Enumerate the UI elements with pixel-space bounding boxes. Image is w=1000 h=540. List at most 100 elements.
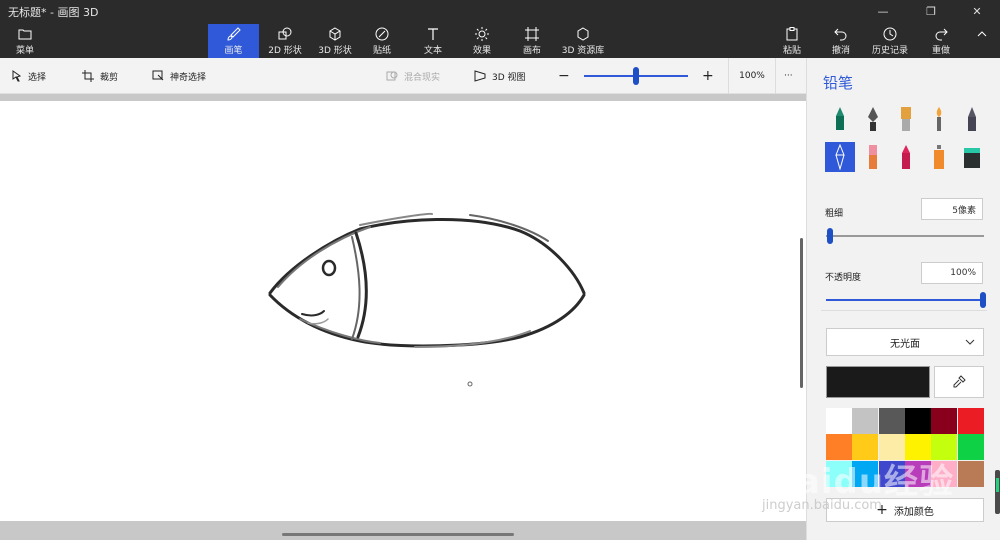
add-color-label: 添加颜色 [893,506,934,518]
panel-scroll-handle[interactable] [995,470,1000,514]
watercolor-brush[interactable] [924,104,954,134]
tab-effects[interactable]: 效果 [462,24,502,58]
menu-button[interactable]: 菜单 [6,24,44,58]
crop-icon [82,70,94,82]
zoom-value[interactable]: 100% [728,58,776,94]
pixel-pen-brush[interactable] [957,104,987,134]
watermark-url: jingyan.baidu.com [762,498,882,513]
pixel-pen-icon [968,107,976,131]
fill-brush[interactable] [957,142,987,172]
oil-brush-icon [901,107,911,131]
restore-button[interactable]: ❐ [908,0,954,22]
tab-stickers[interactable]: 贴纸 [362,24,402,58]
zoom-out-button[interactable]: − [558,58,570,94]
marker-brush[interactable] [825,104,855,134]
action-label: 历史记录 [871,46,908,56]
magic-select-icon [152,70,164,81]
mixed-reality-button[interactable]: 混合现实 [386,58,440,94]
close-button[interactable]: ✕ [954,0,1000,22]
tab-label: 3D 形状 [318,46,352,56]
thickness-field[interactable]: 5像素 [921,198,983,220]
spray-can-brush[interactable] [924,142,954,172]
tab-brushes[interactable]: 画笔 [208,24,259,58]
tab-label: 效果 [472,46,491,56]
zoom-slider-thumb[interactable] [633,67,639,85]
text-icon [426,26,440,42]
redo-icon [934,26,948,42]
oil-brush[interactable] [891,104,921,134]
paste-button[interactable]: 粘贴 [776,24,808,58]
magic-select-button[interactable]: 神奇选择 [152,58,206,94]
select-button[interactable]: 选择 [12,58,46,94]
zoom-in-button[interactable]: + [702,58,714,94]
tab-text[interactable]: 文本 [413,24,453,58]
select-label: 选择 [28,72,47,83]
more-button[interactable]: ··· [784,58,793,94]
sticker-icon [375,26,389,42]
tab-2d-shapes[interactable]: 2D 形状 [262,24,308,58]
panel-title: 铅笔 [823,74,854,92]
panel-divider [821,310,987,311]
current-color-swatch[interactable] [826,366,930,398]
library-icon [576,26,590,42]
action-label: 粘贴 [782,46,801,56]
tab-label: 画布 [522,46,541,56]
pencil-icon [835,144,845,170]
chevron-up-icon [976,26,988,42]
restore-icon: ❐ [926,4,936,18]
action-label: 撤消 [831,46,850,56]
view-3d-label: 3D 视图 [492,72,526,83]
collapse-panel-button[interactable] [968,24,996,58]
drawing-canvas[interactable] [0,101,806,521]
history-icon [883,26,897,42]
calligraphy-pen-brush[interactable] [858,104,888,134]
watermark-text: Baidu经验 [770,462,955,502]
color-swatch[interactable] [878,408,905,434]
workspace [0,94,806,540]
color-swatch[interactable] [826,408,852,434]
thickness-slider[interactable] [826,235,984,237]
undo-button[interactable]: 撤消 [824,24,858,58]
color-swatch[interactable] [957,408,984,434]
panel-scroll-indicator [996,478,999,492]
color-swatch[interactable] [852,408,879,434]
color-swatch[interactable] [931,408,958,434]
fish-drawing [268,212,586,387]
color-swatch[interactable] [904,408,931,434]
mixed-reality-icon [386,71,398,81]
view-3d-button[interactable]: 3D 视图 [474,58,526,94]
tab-label: 画笔 [224,46,243,56]
redo-button[interactable]: 重做 [924,24,958,58]
opacity-slider-thumb[interactable] [980,292,986,308]
color-swatch[interactable] [957,460,984,487]
shapes-2d-icon [278,26,292,42]
finish-dropdown[interactable]: 无光面 [826,328,984,356]
crayon-brush[interactable] [891,142,921,172]
tab-canvas[interactable]: 画布 [512,24,552,58]
eraser-brush[interactable] [858,142,888,172]
mixed-reality-label: 混合现实 [404,72,441,83]
minimize-icon: — [877,4,889,18]
opacity-slider[interactable] [826,299,984,301]
crayon-icon [902,145,910,169]
pencil-brush[interactable] [825,142,855,172]
opacity-label: 不透明度 [825,273,862,283]
spray-can-icon [934,145,944,169]
opacity-field[interactable]: 100% [921,262,983,284]
eyedropper-button[interactable] [934,366,984,398]
crop-button[interactable]: 裁剪 [82,58,118,94]
horizontal-scrollbar[interactable] [282,533,514,536]
paint3d-window: 无标题* - 画图 3D — ❐ ✕ 菜单 画笔 2D 形状 3D 形状 贴纸 … [0,0,1000,540]
color-swatch[interactable] [957,434,984,461]
minimize-button[interactable]: — [860,0,906,22]
thickness-slider-thumb[interactable] [826,228,833,244]
tab-3d-shapes[interactable]: 3D 形状 [312,24,358,58]
tab-3d-library[interactable]: 3D 资源库 [558,24,608,58]
marker-icon [836,107,844,130]
cube-icon [328,26,342,42]
brush-icon [226,26,241,42]
menu-label: 菜单 [15,46,34,56]
history-button[interactable]: 历史记录 [866,24,914,58]
plus-icon: + [702,68,714,84]
vertical-scrollbar[interactable] [800,238,803,388]
